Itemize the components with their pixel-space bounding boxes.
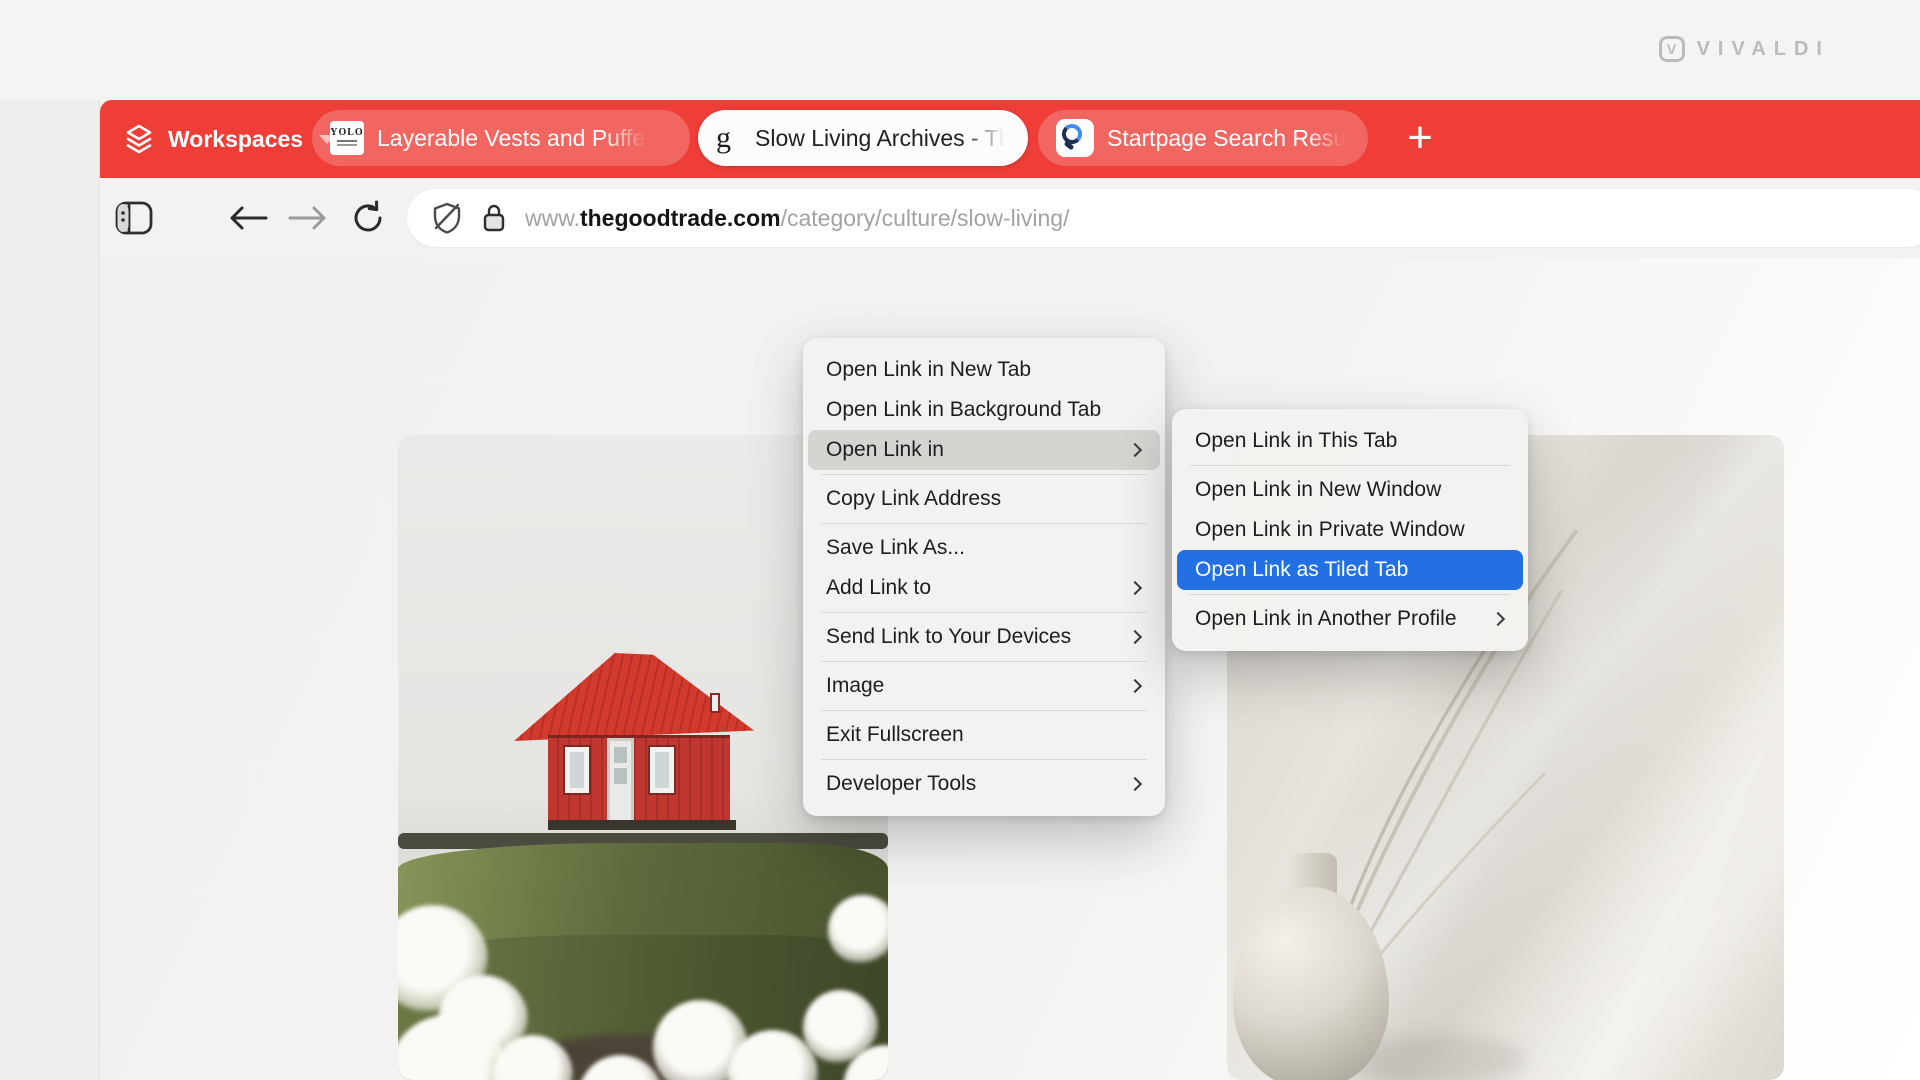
tab-startpage-results[interactable]: Startpage Search Results	[1038, 110, 1368, 166]
menu-item-developer-tools[interactable]: Developer Tools	[808, 764, 1160, 804]
menu-divider	[1190, 465, 1510, 466]
address-toolbar: www.thegoodtrade.com/category/culture/sl…	[100, 178, 1920, 258]
tab-label: Layerable Vests and Puffer	[377, 125, 653, 152]
yolo-favicon: YOLO	[330, 121, 364, 155]
forward-arrow-icon	[286, 203, 330, 233]
workspaces-layers-icon	[122, 122, 156, 156]
submenu-item-open-link-tiled-tab[interactable]: Open Link as Tiled Tab	[1177, 550, 1523, 590]
menu-divider	[821, 474, 1147, 475]
desktop-titlebar: V VIVALDI	[0, 0, 1920, 100]
menu-item-open-link-background-tab[interactable]: Open Link in Background Tab	[808, 390, 1160, 430]
submenu-item-open-link-this-tab[interactable]: Open Link in This Tab	[1177, 421, 1523, 461]
menu-divider	[821, 661, 1147, 662]
reload-button[interactable]	[342, 192, 394, 244]
thegoodtrade-favicon: g	[716, 125, 742, 151]
menu-divider	[1190, 594, 1510, 595]
window-left-margin	[0, 100, 100, 1080]
back-arrow-icon	[226, 203, 270, 233]
submenu-chevron-icon	[1128, 581, 1142, 595]
link-context-menu: Open Link in New Tab Open Link in Backgr…	[803, 338, 1165, 816]
submenu-chevron-icon	[1128, 443, 1142, 457]
menu-item-exit-fullscreen[interactable]: Exit Fullscreen	[808, 715, 1160, 755]
panel-toggle-button[interactable]	[108, 192, 160, 244]
back-button[interactable]	[222, 192, 274, 244]
shield-blocker-off-icon	[431, 201, 463, 235]
vivaldi-wordmark: VIVALDI	[1697, 38, 1830, 61]
submenu-chevron-icon	[1128, 679, 1142, 693]
submenu-item-open-link-new-window[interactable]: Open Link in New Window	[1177, 470, 1523, 510]
submenu-item-open-link-private-window[interactable]: Open Link in Private Window	[1177, 510, 1523, 550]
workspaces-label: Workspaces	[168, 126, 303, 153]
submenu-item-open-link-another-profile[interactable]: Open Link in Another Profile	[1177, 599, 1523, 639]
url-domain: thegoodtrade.com	[580, 205, 781, 231]
tab-layerable-vests[interactable]: YOLO Layerable Vests and Puffer	[312, 110, 690, 166]
vivaldi-browser: V VIVALDI Workspaces YOLO Layerable V	[0, 0, 1920, 1080]
sidebar-panel-icon	[114, 200, 154, 236]
workspaces-button[interactable]: Workspaces	[114, 110, 343, 168]
submenu-chevron-icon	[1491, 612, 1505, 626]
reload-icon	[349, 199, 387, 237]
menu-item-save-link-as[interactable]: Save Link As...	[808, 528, 1160, 568]
new-tab-button[interactable]: +	[1392, 110, 1448, 166]
address-bar[interactable]: www.thegoodtrade.com/category/culture/sl…	[407, 189, 1920, 247]
url-text: www.thegoodtrade.com/category/culture/sl…	[525, 205, 1069, 232]
menu-item-open-link-in[interactable]: Open Link in	[808, 430, 1160, 470]
menu-item-send-link-to-devices[interactable]: Send Link to Your Devices	[808, 617, 1160, 657]
menu-item-add-link-to[interactable]: Add Link to	[808, 568, 1160, 608]
startpage-favicon	[1056, 119, 1094, 157]
forward-button[interactable]	[282, 192, 334, 244]
lock-icon	[481, 202, 507, 234]
submenu-chevron-icon	[1128, 777, 1142, 791]
tab-slow-living-archives[interactable]: g Slow Living Archives - The	[698, 110, 1028, 166]
vivaldi-logo-icon: V	[1659, 36, 1685, 62]
tab-bar: Workspaces YOLO Layerable Vests and Puff…	[100, 100, 1920, 178]
url-path: /category/culture/slow-living/	[781, 205, 1070, 231]
menu-divider	[821, 523, 1147, 524]
open-link-in-submenu: Open Link in This Tab Open Link in New W…	[1172, 409, 1528, 651]
menu-divider	[821, 759, 1147, 760]
submenu-chevron-icon	[1128, 630, 1142, 644]
menu-divider	[821, 612, 1147, 613]
tab-label: Slow Living Archives - The	[755, 125, 1010, 152]
vivaldi-brand: V VIVALDI	[1659, 36, 1830, 62]
url-subdomain: www.	[525, 205, 580, 231]
tab-label: Startpage Search Results	[1107, 125, 1350, 152]
menu-item-open-link-new-tab[interactable]: Open Link in New Tab	[808, 350, 1160, 390]
menu-item-image[interactable]: Image	[808, 666, 1160, 706]
menu-item-copy-link-address[interactable]: Copy Link Address	[808, 479, 1160, 519]
menu-divider	[821, 710, 1147, 711]
